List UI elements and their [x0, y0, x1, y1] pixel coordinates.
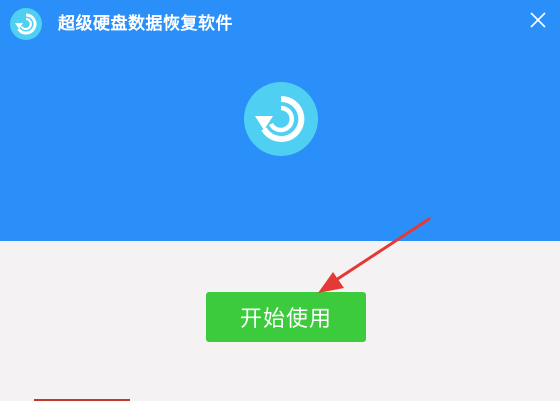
- restore-logo-icon: [244, 82, 318, 156]
- window-title: 超级硬盘数据恢复软件: [58, 14, 233, 34]
- restore-logo-icon: [10, 8, 42, 40]
- close-icon[interactable]: [526, 8, 550, 32]
- header-banner: 超级硬盘数据恢复软件: [0, 0, 560, 241]
- app-window: 超级硬盘数据恢复软件 开始使用: [0, 0, 560, 401]
- title-bar: 超级硬盘数据恢复软件: [0, 0, 560, 50]
- start-using-button[interactable]: 开始使用: [206, 292, 366, 342]
